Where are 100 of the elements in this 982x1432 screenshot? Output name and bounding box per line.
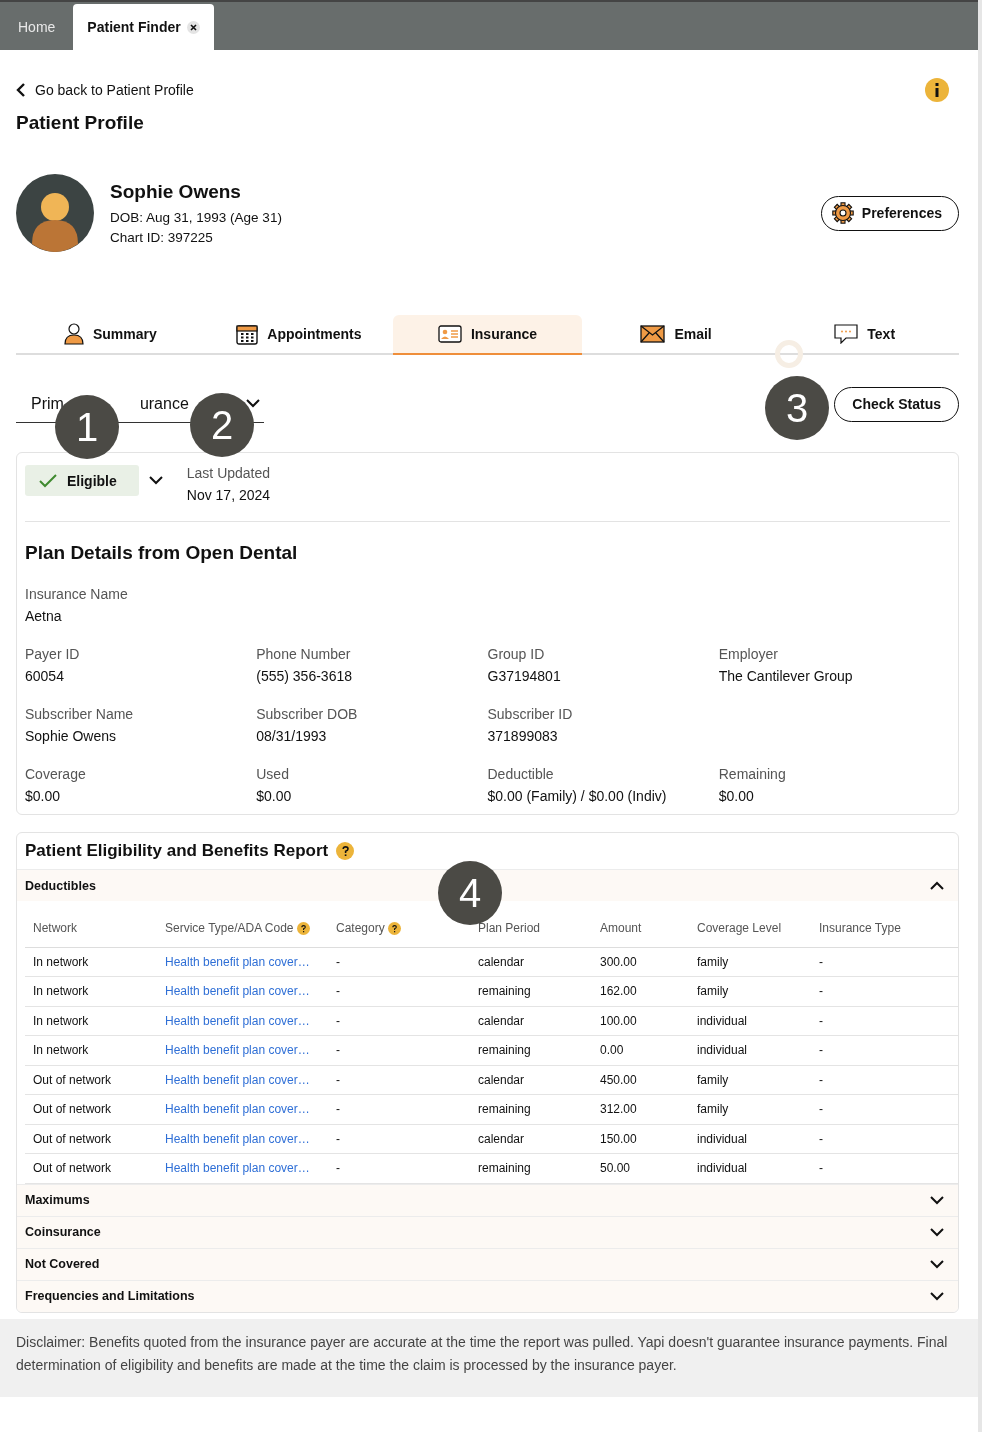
field-value: 371899083 — [487, 728, 559, 744]
profile-tab[interactable]: Insurance — [393, 315, 582, 355]
patient-chart-id: Chart ID: 397225 — [110, 230, 214, 245]
help-icon[interactable] — [388, 922, 402, 936]
table-cell: 162.00 — [600, 984, 637, 999]
table-cell: calendar — [478, 1131, 525, 1146]
chevron-down-icon — [930, 1291, 944, 1301]
table-cell: remaining — [478, 984, 531, 999]
table-cell: 300.00 — [600, 954, 637, 969]
field-value: Sophie Owens — [25, 728, 118, 744]
table-cell: In network — [33, 984, 89, 999]
calendar-icon — [236, 323, 259, 345]
accordion-header[interactable]: Frequencies and Limitations — [17, 1279, 958, 1312]
close-icon[interactable] — [186, 20, 200, 34]
field-label: Deductible — [487, 766, 555, 782]
service-type-link[interactable]: Health benefit plan cover… — [165, 1072, 310, 1087]
field-value: Nov 17, 2024 — [186, 487, 271, 503]
service-type-link[interactable]: Health benefit plan cover… — [165, 1013, 310, 1028]
profile-tab[interactable]: Text — [770, 315, 959, 355]
profile-tab[interactable]: Appointments — [204, 315, 394, 355]
eligibility-status[interactable]: Eligible — [25, 465, 139, 496]
table-cell: - — [336, 954, 340, 969]
service-type-link[interactable]: Health benefit plan cover… — [165, 954, 310, 969]
back-icon — [16, 83, 25, 97]
help-icon[interactable] — [336, 842, 355, 860]
table-cell: - — [336, 1161, 340, 1176]
top-tab[interactable]: Patient Finder — [73, 4, 214, 50]
preferences-button[interactable]: Preferences — [820, 195, 959, 231]
table-cell: 0.00 — [600, 1043, 624, 1058]
back-link[interactable]: Go back to Patient Profile — [16, 82, 194, 98]
column-header: Category — [336, 921, 385, 936]
field-label: Subscriber Name — [25, 706, 135, 722]
field-label: Group ID — [487, 646, 546, 662]
field-value: 60054 — [25, 668, 65, 684]
table-cell: - — [336, 1072, 340, 1087]
table-cell: remaining — [478, 1043, 531, 1058]
service-type-link[interactable]: Health benefit plan cover… — [165, 1102, 310, 1117]
table-cell: - — [819, 1072, 823, 1087]
service-type-link[interactable]: Health benefit plan cover… — [165, 1161, 310, 1176]
info-icon[interactable] — [925, 78, 949, 102]
field-value: (555) 356-3618 — [256, 668, 353, 684]
table-cell: - — [819, 1131, 823, 1146]
table-cell: individual — [697, 1013, 748, 1028]
field-value: $0.00 (Family) / $0.00 (Indiv) — [487, 788, 668, 804]
table-cell: family — [697, 954, 729, 969]
accordion-header[interactable]: Maximums — [17, 1183, 958, 1216]
field-value: The Cantilever Group — [718, 668, 854, 684]
table-cell: 150.00 — [600, 1131, 637, 1146]
profile-tab[interactable]: Summary — [16, 315, 205, 355]
profile-tab[interactable]: Email — [581, 315, 771, 355]
table-cell: 450.00 — [600, 1072, 637, 1087]
chevron-up-icon — [930, 881, 944, 890]
service-type-link[interactable]: Health benefit plan cover… — [165, 984, 310, 999]
chevron-down-icon — [246, 399, 260, 408]
field-value: G37194801 — [487, 668, 562, 684]
table-cell: - — [336, 1043, 340, 1058]
service-type-link[interactable]: Health benefit plan cover… — [165, 1043, 310, 1058]
check-status-button[interactable]: Check Status — [834, 386, 959, 422]
table-cell: remaining — [478, 1102, 531, 1117]
step-callout-tooltip: 2 — [190, 393, 254, 457]
field-label: Subscriber DOB — [256, 706, 359, 722]
table-cell: family — [697, 1072, 729, 1087]
step-callout-tooltip: 3 — [765, 376, 829, 440]
field-value: 08/31/1993 — [256, 728, 328, 744]
table-cell: Out of network — [33, 1131, 112, 1146]
table-cell: In network — [33, 1013, 89, 1028]
page-title: Patient Profile — [16, 112, 145, 134]
field-label: Coverage — [25, 766, 87, 782]
chevron-down-icon — [930, 1195, 944, 1205]
table-cell: - — [336, 1013, 340, 1028]
accordion-header[interactable]: Coinsurance — [17, 1215, 958, 1248]
top-tab[interactable]: Home — [4, 4, 70, 50]
help-icon[interactable] — [296, 922, 310, 936]
table-cell: calendar — [478, 954, 525, 969]
field-label: Last Updated — [186, 465, 271, 481]
id-card-icon — [437, 325, 462, 343]
table-cell: In network — [33, 954, 89, 969]
field-value: Aetna — [25, 608, 63, 624]
gear-icon — [831, 202, 854, 224]
field-label: Subscriber ID — [487, 706, 574, 722]
table-cell: 312.00 — [600, 1102, 637, 1117]
field-label: Insurance Name — [25, 586, 129, 602]
envelope-icon — [640, 325, 666, 343]
service-type-link[interactable]: Health benefit plan cover… — [165, 1131, 310, 1146]
table-cell: - — [336, 984, 340, 999]
field-value: $0.00 — [25, 788, 62, 804]
table-cell: calendar — [478, 1072, 525, 1087]
table-cell: Out of network — [33, 1161, 112, 1176]
ring-icon — [775, 340, 803, 368]
table-cell: family — [697, 1102, 729, 1117]
column-header: Service Type/ADA Code — [165, 921, 294, 936]
table-cell: - — [336, 1102, 340, 1117]
column-header: Amount — [600, 921, 642, 936]
table-cell: individual — [697, 1161, 748, 1176]
accordion-header[interactable]: Not Covered — [17, 1247, 958, 1280]
table-cell: - — [819, 984, 823, 999]
field-value: $0.00 — [718, 788, 755, 804]
table-cell: - — [819, 1043, 823, 1058]
column-header: Coverage Level — [697, 921, 782, 936]
chevron-down-icon — [930, 1259, 944, 1269]
